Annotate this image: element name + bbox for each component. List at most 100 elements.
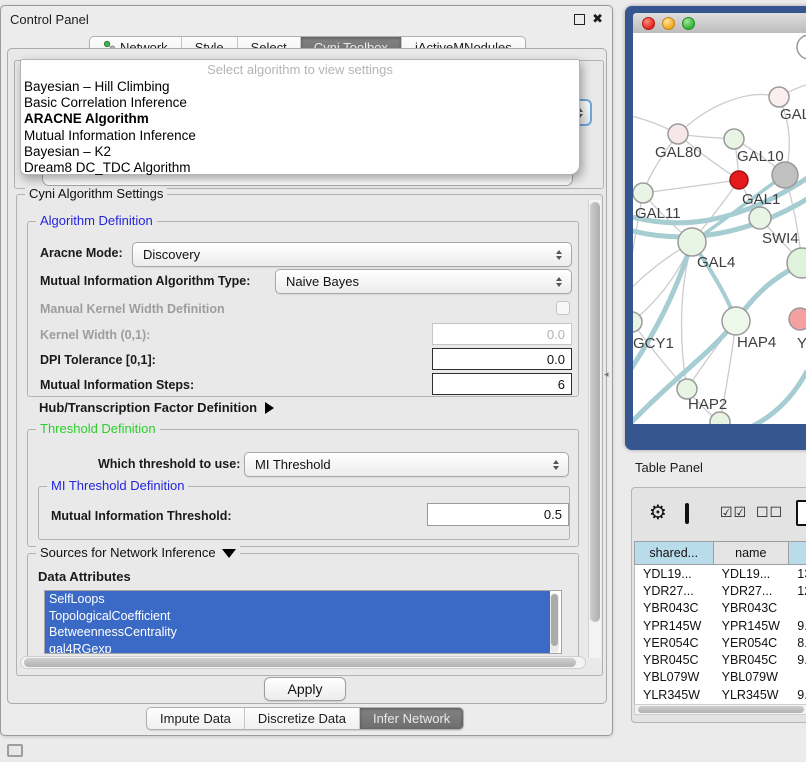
network-node-label: Y [797, 335, 806, 352]
algorithm-option[interactable]: Bayesian – Hill Climbing [21, 79, 579, 95]
table-row[interactable]: YBR045CYBR045C9. [635, 651, 806, 668]
sources-group-title[interactable]: Sources for Network Inference [36, 546, 240, 560]
cyni-toolbox-panel: Select algorithm to view settings Bayesi… [7, 48, 607, 704]
dpi-tolerance-value: 0.0 [547, 352, 565, 367]
table-cell: YLR345W [635, 688, 714, 702]
network-node-gal[interactable] [769, 87, 789, 107]
bottom-tab-impute-data[interactable]: Impute Data [147, 708, 244, 729]
mi-steps-field[interactable]: 6 [432, 373, 572, 395]
network-node-label: GAL80 [655, 144, 702, 161]
hub-definition-toggle[interactable]: Hub/Transcription Factor Definition [39, 399, 274, 417]
network-edge[interactable] [678, 95, 779, 134]
mi-steps-value: 6 [558, 377, 565, 392]
table-column-header[interactable] [789, 541, 806, 565]
table-cell: YDR27... [635, 584, 714, 598]
network-node-gal10[interactable] [724, 129, 744, 149]
bottom-tab-discretize-data[interactable]: Discretize Data [244, 708, 359, 729]
close-icon[interactable]: ✖ [592, 12, 603, 27]
window-title: Control Panel [10, 12, 89, 27]
settings-vertical-scrollbar[interactable] [588, 200, 601, 658]
function-builder-icon[interactable] [796, 500, 806, 526]
table-row[interactable]: YDR27...YDR27...12 [635, 582, 806, 599]
minimize-traffic-light-icon[interactable] [662, 17, 675, 30]
network-node[interactable] [772, 162, 798, 188]
manual-kernel-width-label: Manual Kernel Width Definition [40, 302, 225, 316]
select-all-checkboxes-icon[interactable]: ☑☑ [720, 505, 747, 521]
float-panel-icon[interactable] [7, 744, 23, 757]
table-horizontal-scrollbar[interactable] [634, 704, 806, 715]
network-node[interactable] [797, 35, 806, 59]
columns-icon[interactable] [685, 503, 689, 524]
mi-algorithm-type-select[interactable]: Naive Bayes [275, 269, 572, 294]
table-cell: YDL19... [714, 567, 790, 581]
gear-icon[interactable]: ⚙ [649, 500, 667, 524]
table-cell: YPR145W [714, 619, 790, 633]
float-window-icon[interactable] [574, 14, 585, 25]
mi-threshold-value: 0.5 [544, 507, 562, 522]
aracne-mode-select[interactable]: Discovery [132, 242, 572, 267]
network-node-label: GAL11 [635, 205, 681, 222]
data-attribute-item[interactable]: TopologicalCoefficient [45, 608, 550, 625]
network-edge[interactable] [643, 180, 739, 193]
settings-horizontal-scrollbar[interactable] [20, 656, 586, 669]
network-edge[interactable] [731, 371, 806, 424]
network-node-gal80[interactable] [668, 124, 688, 144]
data-attribute-item[interactable]: SelfLoops [45, 591, 550, 608]
algorithm-option[interactable]: Bayesian – K2 [21, 144, 579, 160]
algorithm-option[interactable]: Dream8 DC_TDC Algorithm [21, 160, 579, 176]
table-cell: YDR27... [714, 584, 790, 598]
data-attribute-item[interactable]: gal4RGexp [45, 641, 550, 655]
algorithm-option[interactable]: Basic Correlation Inference [21, 95, 579, 111]
network-canvas[interactable]: GALGAL80GAL10GAL1GAL11SWI4GAL4GCY1HAP4YH… [633, 33, 806, 424]
table-row[interactable]: YER054CYER054C8. [635, 634, 806, 651]
list-scrollbar[interactable] [550, 593, 559, 653]
table-cell: YLR345W [714, 688, 790, 702]
network-node[interactable] [710, 412, 730, 424]
combo-arrows-icon [556, 277, 562, 287]
mi-threshold-group: MI Threshold Definition Mutual Informati… [38, 486, 570, 540]
table-column-header[interactable]: name [714, 541, 790, 565]
network-node-swi4[interactable] [749, 207, 771, 229]
network-node-hap4[interactable] [722, 307, 750, 335]
bottom-tab-infer-network[interactable]: Infer Network [359, 708, 463, 729]
network-node-label: GAL4 [697, 254, 735, 271]
mi-threshold-label: Mutual Information Threshold: [51, 509, 232, 523]
network-node-gal4[interactable] [678, 228, 706, 256]
algorithm-option[interactable]: ARACNE Algorithm [21, 111, 579, 127]
kernel-width-label: Kernel Width (0,1): [40, 328, 150, 342]
network-node-gal11[interactable] [633, 183, 653, 203]
mi-threshold-field[interactable]: 0.5 [427, 503, 569, 526]
mi-type-label: Mutual Information Algorithm Type: [40, 274, 250, 288]
kernel-width-value: 0.0 [547, 327, 565, 342]
network-node-label: HAP2 [688, 396, 727, 413]
data-attributes-list[interactable]: SelfLoopsTopologicalCoefficientBetweenne… [44, 590, 562, 654]
table-column-header[interactable]: shared... [634, 541, 714, 565]
network-view-window[interactable]: GALGAL80GAL10GAL1GAL11SWI4GAL4GCY1HAP4YH… [625, 6, 806, 450]
cyni-bottom-tabs: Impute Data Discretize Data Infer Network [146, 707, 464, 730]
network-node-y[interactable] [789, 308, 806, 330]
network-node[interactable] [787, 248, 806, 278]
network-graph[interactable]: GALGAL80GAL10GAL1GAL11SWI4GAL4GCY1HAP4YH… [633, 33, 806, 424]
network-node-gal1[interactable] [730, 171, 748, 189]
table-row[interactable]: YLR345WYLR345W9. [635, 686, 806, 703]
table-row[interactable]: YPR145WYPR145W9. [635, 617, 806, 634]
table-row[interactable]: YDL19...YDL19...13 [635, 565, 806, 582]
dpi-tolerance-field[interactable]: 0.0 [432, 348, 572, 370]
sources-group: Sources for Network Inference Data Attri… [27, 553, 579, 669]
close-traffic-light-icon[interactable] [642, 17, 655, 30]
deselect-all-checkboxes-icon[interactable]: ☐☐ [756, 505, 783, 521]
kernel-width-field[interactable]: 0.0 [432, 323, 572, 345]
table-row[interactable]: YBL079WYBL079W [635, 669, 806, 686]
table-row[interactable]: YBR043CYBR043C [635, 600, 806, 617]
tab-label: Impute Data [160, 711, 231, 726]
algorithm-option[interactable]: Mutual Information Inference [21, 128, 579, 144]
manual-kernel-width-checkbox[interactable] [556, 301, 570, 315]
table-cell: YER054C [635, 636, 714, 650]
zoom-traffic-light-icon[interactable] [682, 17, 695, 30]
which-threshold-select[interactable]: MI Threshold [244, 452, 569, 477]
algorithm-dropdown-popup: Select algorithm to view settings Bayesi… [20, 59, 580, 175]
tab-label: Discretize Data [258, 711, 346, 726]
data-attribute-item[interactable]: BetweennessCentrality [45, 624, 550, 641]
splitpane-handle[interactable]: ◂ [604, 369, 609, 380]
apply-button[interactable]: Apply [264, 677, 346, 701]
